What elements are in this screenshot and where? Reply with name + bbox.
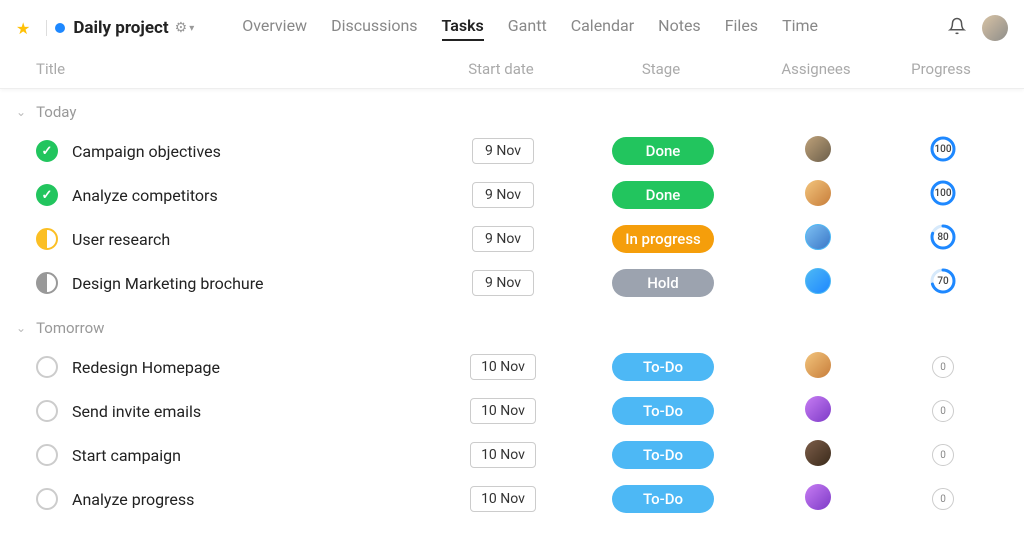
nav-tab-discussions[interactable]: Discussions: [331, 16, 417, 41]
task-row[interactable]: ✓ Campaign objectives 9 Nov Done 100: [0, 129, 1024, 173]
bell-icon[interactable]: [948, 17, 966, 40]
separator: [46, 20, 47, 36]
task-stage-pill[interactable]: In progress: [612, 225, 714, 253]
progress-zero: 0: [932, 400, 954, 422]
status-empty-icon[interactable]: [36, 356, 58, 378]
chevron-down-icon: ⌄: [16, 105, 26, 119]
status-empty-icon[interactable]: [36, 400, 58, 422]
star-icon[interactable]: ★: [16, 19, 30, 38]
column-title[interactable]: Title: [16, 60, 426, 78]
task-date[interactable]: 10 Nov: [470, 442, 536, 468]
progress-zero: 0: [932, 356, 954, 378]
caret-down-icon: ▾: [189, 23, 194, 34]
progress-ring: 70: [930, 268, 956, 294]
status-in-progress-icon[interactable]: [36, 228, 58, 250]
task-stage-pill[interactable]: To-Do: [612, 441, 714, 469]
task-date[interactable]: 10 Nov: [470, 354, 536, 380]
group-label: Today: [36, 103, 76, 121]
status-empty-icon[interactable]: [36, 444, 58, 466]
assignee-avatar[interactable]: [805, 136, 831, 162]
column-start-date[interactable]: Start date: [426, 60, 576, 78]
group-label: Tomorrow: [36, 319, 104, 337]
assignee-avatar[interactable]: [805, 484, 831, 510]
task-row[interactable]: Analyze progress 10 Nov To-Do 0: [0, 477, 1024, 521]
progress-zero: 0: [932, 444, 954, 466]
main-nav: Overview Discussions Tasks Gantt Calendar Not…: [242, 16, 818, 41]
progress-zero: 0: [932, 488, 954, 510]
task-row[interactable]: User research 9 Nov In progress 80: [0, 217, 1024, 261]
task-row[interactable]: Design Marketing brochure 9 Nov Hold 70: [0, 261, 1024, 305]
task-list: ⌄ Today ✓ Campaign objectives 9 Nov Done …: [0, 89, 1024, 521]
task-date[interactable]: 9 Nov: [472, 138, 534, 164]
nav-tab-gantt[interactable]: Gantt: [508, 16, 547, 41]
task-row[interactable]: ✓ Analyze competitors 9 Nov Done 100: [0, 173, 1024, 217]
column-progress[interactable]: Progress: [886, 60, 996, 78]
task-title[interactable]: Analyze competitors: [72, 186, 428, 205]
project-title[interactable]: Daily project: [73, 18, 168, 38]
task-stage-pill[interactable]: Done: [612, 181, 714, 209]
nav-tab-calendar[interactable]: Calendar: [571, 16, 634, 41]
group-header[interactable]: ⌄ Tomorrow: [0, 305, 1024, 345]
task-title[interactable]: Send invite emails: [72, 402, 428, 421]
nav-tab-tasks[interactable]: Tasks: [442, 16, 484, 41]
assignee-avatar[interactable]: [805, 180, 831, 206]
columns-header: Title Start date Stage Assignees Progres…: [0, 52, 1024, 89]
nav-tab-overview[interactable]: Overview: [242, 16, 307, 41]
task-stage-pill[interactable]: To-Do: [612, 397, 714, 425]
column-stage[interactable]: Stage: [576, 60, 746, 78]
task-date[interactable]: 10 Nov: [470, 398, 536, 424]
group-header[interactable]: ⌄ Today: [0, 89, 1024, 129]
task-stage-pill[interactable]: Done: [612, 137, 714, 165]
task-stage-pill[interactable]: To-Do: [612, 485, 714, 513]
assignee-avatar[interactable]: [805, 440, 831, 466]
app-header: ★ Daily project ⚙ ▾ Overview Discussions T…: [0, 0, 1024, 52]
status-hold-icon[interactable]: [36, 272, 58, 294]
project-color-dot: [55, 23, 65, 33]
assignee-avatar[interactable]: [805, 352, 831, 378]
task-stage-pill[interactable]: Hold: [612, 269, 714, 297]
task-title[interactable]: Analyze progress: [72, 490, 428, 509]
assignee-avatar[interactable]: [805, 268, 831, 294]
task-stage-pill[interactable]: To-Do: [612, 353, 714, 381]
task-date[interactable]: 9 Nov: [472, 270, 534, 296]
assignee-avatar[interactable]: [805, 224, 831, 250]
task-row[interactable]: Redesign Homepage 10 Nov To-Do 0: [0, 345, 1024, 389]
user-avatar[interactable]: [982, 15, 1008, 41]
assignee-avatar[interactable]: [805, 396, 831, 422]
progress-ring: 100: [930, 136, 956, 162]
gear-icon: ⚙: [175, 20, 188, 36]
chevron-down-icon: ⌄: [16, 321, 26, 335]
project-settings-button[interactable]: ⚙ ▾: [175, 20, 195, 36]
task-title[interactable]: Start campaign: [72, 446, 428, 465]
status-done-icon[interactable]: ✓: [36, 184, 58, 206]
progress-ring: 80: [930, 224, 956, 250]
task-title[interactable]: User research: [72, 230, 428, 249]
task-date[interactable]: 9 Nov: [472, 182, 534, 208]
task-title[interactable]: Redesign Homepage: [72, 358, 428, 377]
task-row[interactable]: Send invite emails 10 Nov To-Do 0: [0, 389, 1024, 433]
task-title[interactable]: Design Marketing brochure: [72, 274, 428, 293]
task-title[interactable]: Campaign objectives: [72, 142, 428, 161]
task-row[interactable]: Start campaign 10 Nov To-Do 0: [0, 433, 1024, 477]
task-date[interactable]: 9 Nov: [472, 226, 534, 252]
column-assignees[interactable]: Assignees: [746, 60, 886, 78]
nav-tab-time[interactable]: Time: [782, 16, 818, 41]
status-empty-icon[interactable]: [36, 488, 58, 510]
nav-tab-files[interactable]: Files: [725, 16, 758, 41]
task-date[interactable]: 10 Nov: [470, 486, 536, 512]
progress-ring: 100: [930, 180, 956, 206]
nav-tab-notes[interactable]: Notes: [658, 16, 701, 41]
status-done-icon[interactable]: ✓: [36, 140, 58, 162]
